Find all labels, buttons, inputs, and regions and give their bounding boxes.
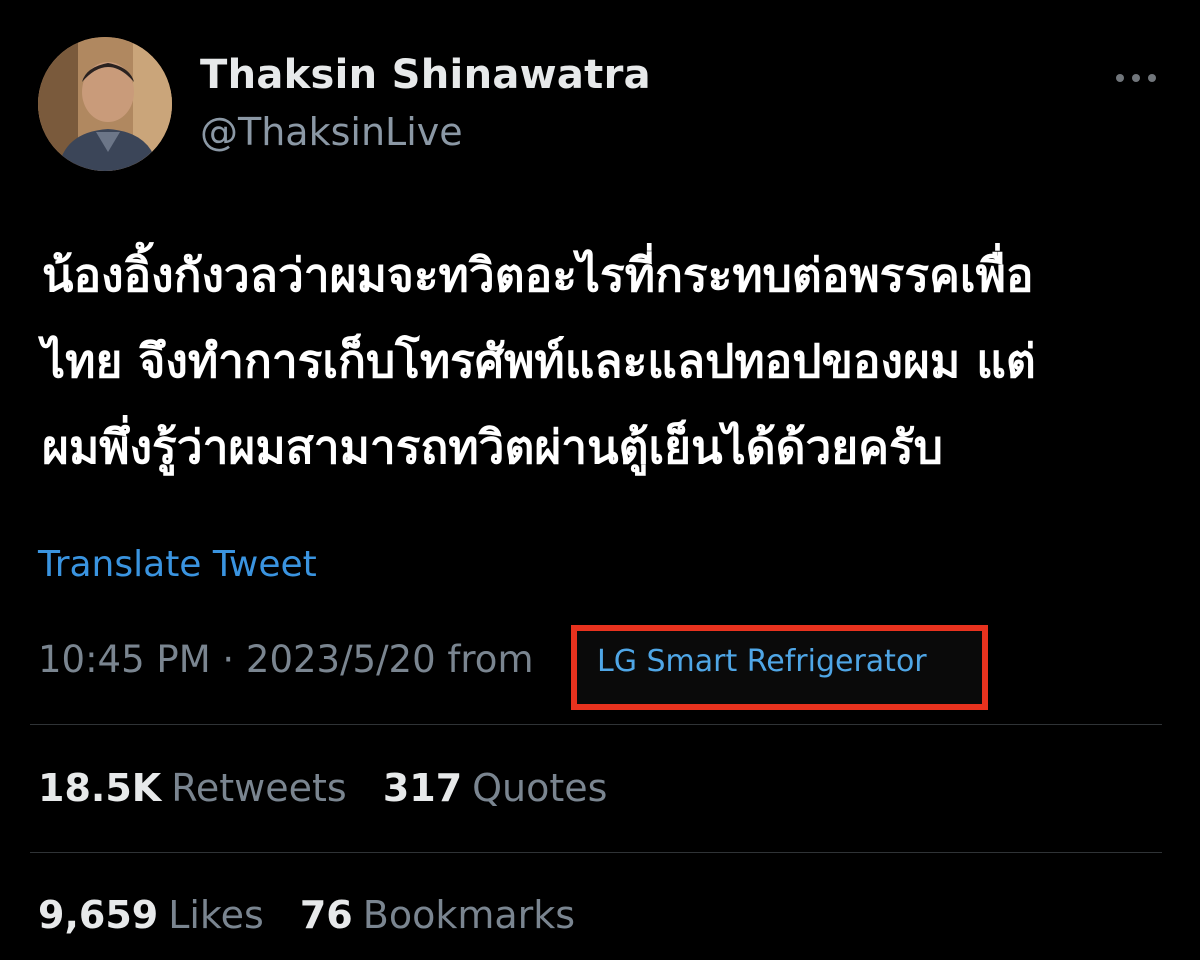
retweets-stat[interactable]: 18.5K Retweets — [38, 766, 347, 810]
divider — [30, 724, 1162, 725]
engagement-row-retweets: 18.5K Retweets 317 Quotes — [38, 766, 631, 810]
more-horizontal-icon[interactable] — [1108, 60, 1164, 96]
retweets-label: Retweets — [171, 766, 347, 810]
avatar[interactable] — [38, 37, 172, 171]
likes-stat[interactable]: 9,659 Likes — [38, 893, 264, 937]
tweet-timestamp[interactable]: 10:45 PM · 2023/5/20 from — [38, 638, 534, 681]
retweets-count: 18.5K — [38, 766, 162, 810]
engagement-row-likes: 9,659 Likes 76 Bookmarks — [38, 893, 599, 937]
tweet-line: ผมพึ่งรู้ว่าผมสามารถทวิตผ่านตู้เย็นได้ด้… — [42, 420, 943, 474]
source-app-link[interactable]: LG Smart Refrigerator — [597, 644, 927, 679]
tweet-line: ไทย จึงทำการเก็บโทรศัพท์และแลปทอปของผม แ… — [42, 334, 1036, 388]
tweet-text: น้องอิ้งกังวลว่าผมจะทวิตอะไรที่กระทบต่อพ… — [42, 232, 1162, 490]
bookmarks-label: Bookmarks — [362, 893, 576, 937]
divider — [30, 852, 1162, 853]
bookmarks-count: 76 — [299, 893, 353, 937]
quotes-stat[interactable]: 317 Quotes — [383, 766, 608, 810]
likes-count: 9,659 — [38, 893, 159, 937]
user-handle[interactable]: @ThaksinLive — [200, 110, 463, 154]
translate-tweet-link[interactable]: Translate Tweet — [38, 544, 317, 585]
tweet-line: น้องอิ้งกังวลว่าผมจะทวิตอะไรที่กระทบต่อพ… — [42, 248, 1034, 302]
bookmarks-stat[interactable]: 76 Bookmarks — [300, 893, 575, 937]
display-name[interactable]: Thaksin Shinawatra — [200, 52, 651, 98]
quotes-label: Quotes — [472, 766, 608, 810]
likes-label: Likes — [168, 893, 264, 937]
avatar-image — [38, 37, 172, 171]
quotes-count: 317 — [382, 766, 463, 810]
